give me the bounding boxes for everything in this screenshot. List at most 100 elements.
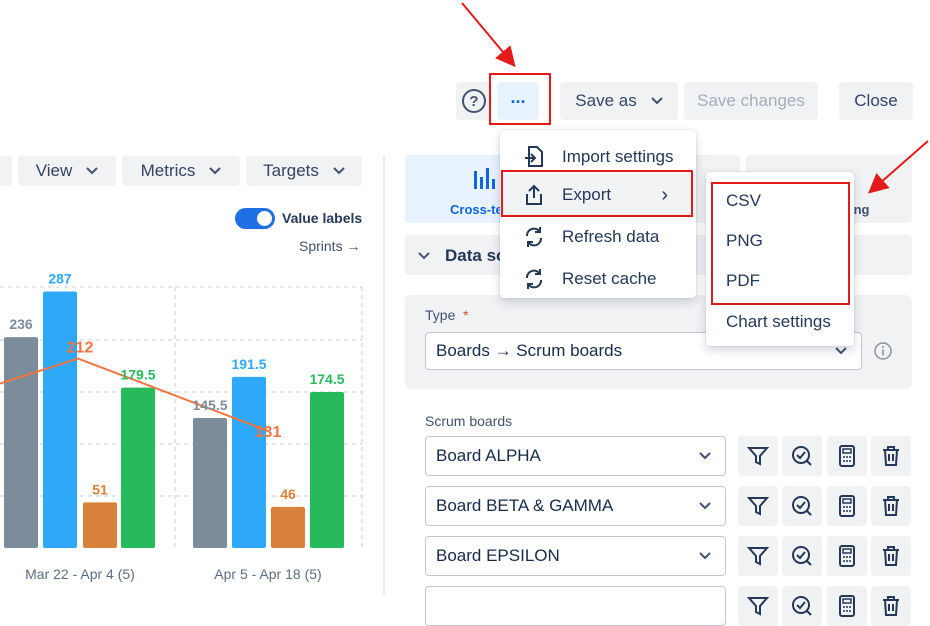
board-check-badge-button[interactable] bbox=[782, 586, 822, 626]
filter-icon bbox=[746, 494, 770, 518]
filter-icon bbox=[746, 444, 770, 468]
view-label: View bbox=[35, 161, 73, 180]
filter-icon bbox=[746, 544, 770, 568]
calculator-icon bbox=[835, 444, 859, 468]
board-select-value: Board EPSILON bbox=[436, 546, 560, 565]
save-as-button[interactable]: Save as bbox=[560, 82, 678, 120]
board-check-badge-button[interactable] bbox=[782, 536, 822, 576]
chevron-right-icon: › bbox=[661, 183, 668, 206]
filter-icon bbox=[746, 594, 770, 618]
menu-item-reset-cache[interactable]: Reset cache bbox=[500, 258, 696, 300]
targets-dropdown[interactable]: Targets bbox=[246, 156, 362, 186]
bar bbox=[121, 387, 155, 548]
left-toolbar-partial-button[interactable] bbox=[0, 156, 12, 186]
value-labels-toggle[interactable] bbox=[235, 208, 275, 229]
board-filter-button[interactable] bbox=[738, 486, 778, 526]
board-trash-button[interactable] bbox=[871, 486, 911, 526]
bar-value-label: 46 bbox=[280, 486, 296, 502]
board-calculator-button[interactable] bbox=[827, 436, 867, 476]
refresh-icon bbox=[522, 225, 546, 249]
board-filter-button[interactable] bbox=[738, 586, 778, 626]
calculator-icon bbox=[835, 544, 859, 568]
info-icon[interactable] bbox=[873, 341, 893, 361]
export-pdf[interactable]: PDF bbox=[726, 271, 760, 291]
menu-item-refresh-data[interactable]: Refresh data bbox=[500, 216, 696, 258]
type-value: Boards → Scrum boards bbox=[436, 341, 623, 360]
export-png[interactable]: PNG bbox=[726, 231, 763, 251]
close-button[interactable]: Close bbox=[839, 82, 913, 120]
check-badge-icon bbox=[790, 544, 814, 568]
bar bbox=[271, 506, 305, 548]
menu-item-label: Import settings bbox=[562, 147, 674, 166]
chevron-down-icon bbox=[209, 167, 222, 175]
sprints-link[interactable]: Sprints → bbox=[299, 238, 360, 254]
board-select[interactable]: Board ALPHA bbox=[425, 436, 726, 476]
board-trash-button[interactable] bbox=[871, 586, 911, 626]
bar bbox=[232, 376, 266, 548]
chevron-down-icon bbox=[86, 167, 98, 175]
board-select-value: Board ALPHA bbox=[436, 446, 541, 465]
menu-item-export[interactable]: Export › bbox=[500, 174, 696, 216]
menu-item-label: Refresh data bbox=[562, 227, 660, 246]
board-trash-button[interactable] bbox=[871, 436, 911, 476]
data-source-label: Data so bbox=[445, 246, 507, 265]
more-dots-icon: ... bbox=[510, 86, 526, 107]
board-calculator-button[interactable] bbox=[827, 536, 867, 576]
menu-item-import-settings[interactable]: Import settings bbox=[500, 136, 696, 178]
bar-value-label: 236 bbox=[9, 316, 33, 332]
value-labels-label: Value labels bbox=[282, 210, 363, 226]
check-badge-icon bbox=[790, 594, 814, 618]
trash-icon bbox=[879, 544, 903, 568]
export-chart-settings[interactable]: Chart settings bbox=[726, 312, 831, 332]
board-check-badge-button[interactable] bbox=[782, 486, 822, 526]
required-marker: * bbox=[463, 307, 469, 323]
tab-cross-team[interactable]: Cross-te bbox=[405, 155, 513, 223]
metrics-dropdown[interactable]: Metrics bbox=[122, 156, 240, 186]
x-axis-tick-label: Apr 5 - Apr 18 (5) bbox=[214, 566, 321, 582]
board-check-badge-button[interactable] bbox=[782, 436, 822, 476]
bar-value-label: 179.5 bbox=[120, 367, 155, 383]
tab-cross-team-label: Cross-te bbox=[450, 202, 503, 217]
targets-label: Targets bbox=[263, 161, 319, 180]
bar bbox=[43, 291, 77, 548]
board-calculator-button[interactable] bbox=[827, 486, 867, 526]
check-badge-icon bbox=[790, 494, 814, 518]
bar bbox=[193, 417, 227, 548]
more-button[interactable]: ... bbox=[497, 82, 539, 120]
menu-item-label: Reset cache bbox=[562, 269, 657, 288]
export-icon bbox=[522, 183, 546, 207]
export-csv[interactable]: CSV bbox=[726, 191, 761, 211]
board-select[interactable] bbox=[425, 586, 726, 626]
annotation-arrow-to-more bbox=[461, 2, 516, 68]
view-dropdown[interactable]: View bbox=[18, 156, 116, 186]
line-value-label: 131 bbox=[255, 424, 282, 441]
check-badge-icon bbox=[790, 444, 814, 468]
type-label: Type bbox=[425, 307, 456, 323]
board-select[interactable]: Board EPSILON bbox=[425, 536, 726, 576]
board-select-value: Board BETA & GAMMA bbox=[436, 496, 614, 515]
chevron-down-icon bbox=[699, 502, 711, 510]
board-filter-button[interactable] bbox=[738, 536, 778, 576]
board-select[interactable]: Board BETA & GAMMA bbox=[425, 486, 726, 526]
panel-divider bbox=[383, 155, 385, 595]
bar-value-label: 287 bbox=[48, 270, 72, 286]
bar bbox=[83, 502, 117, 548]
help-circle-icon: ? bbox=[462, 89, 486, 113]
chart-bars bbox=[4, 291, 344, 548]
bar-value-label: 174.5 bbox=[309, 371, 344, 387]
chevron-down-icon bbox=[699, 452, 711, 460]
save-changes-button[interactable]: Save changes bbox=[684, 82, 818, 120]
toggle-knob bbox=[257, 211, 272, 226]
more-menu: Import settings Export › Refresh data Re… bbox=[500, 130, 696, 298]
export-submenu: CSV PNG PDF Chart settings bbox=[706, 172, 854, 346]
board-trash-button[interactable] bbox=[871, 536, 911, 576]
trash-icon bbox=[879, 444, 903, 468]
scrum-boards-label: Scrum boards bbox=[425, 413, 513, 429]
reset-icon bbox=[522, 267, 546, 291]
board-calculator-button[interactable] bbox=[827, 586, 867, 626]
chevron-down-icon bbox=[651, 97, 663, 105]
bar-value-label: 51 bbox=[92, 481, 108, 497]
board-filter-button[interactable] bbox=[738, 436, 778, 476]
help-button[interactable]: ? bbox=[456, 82, 492, 120]
save-changes-label: Save changes bbox=[697, 91, 805, 110]
